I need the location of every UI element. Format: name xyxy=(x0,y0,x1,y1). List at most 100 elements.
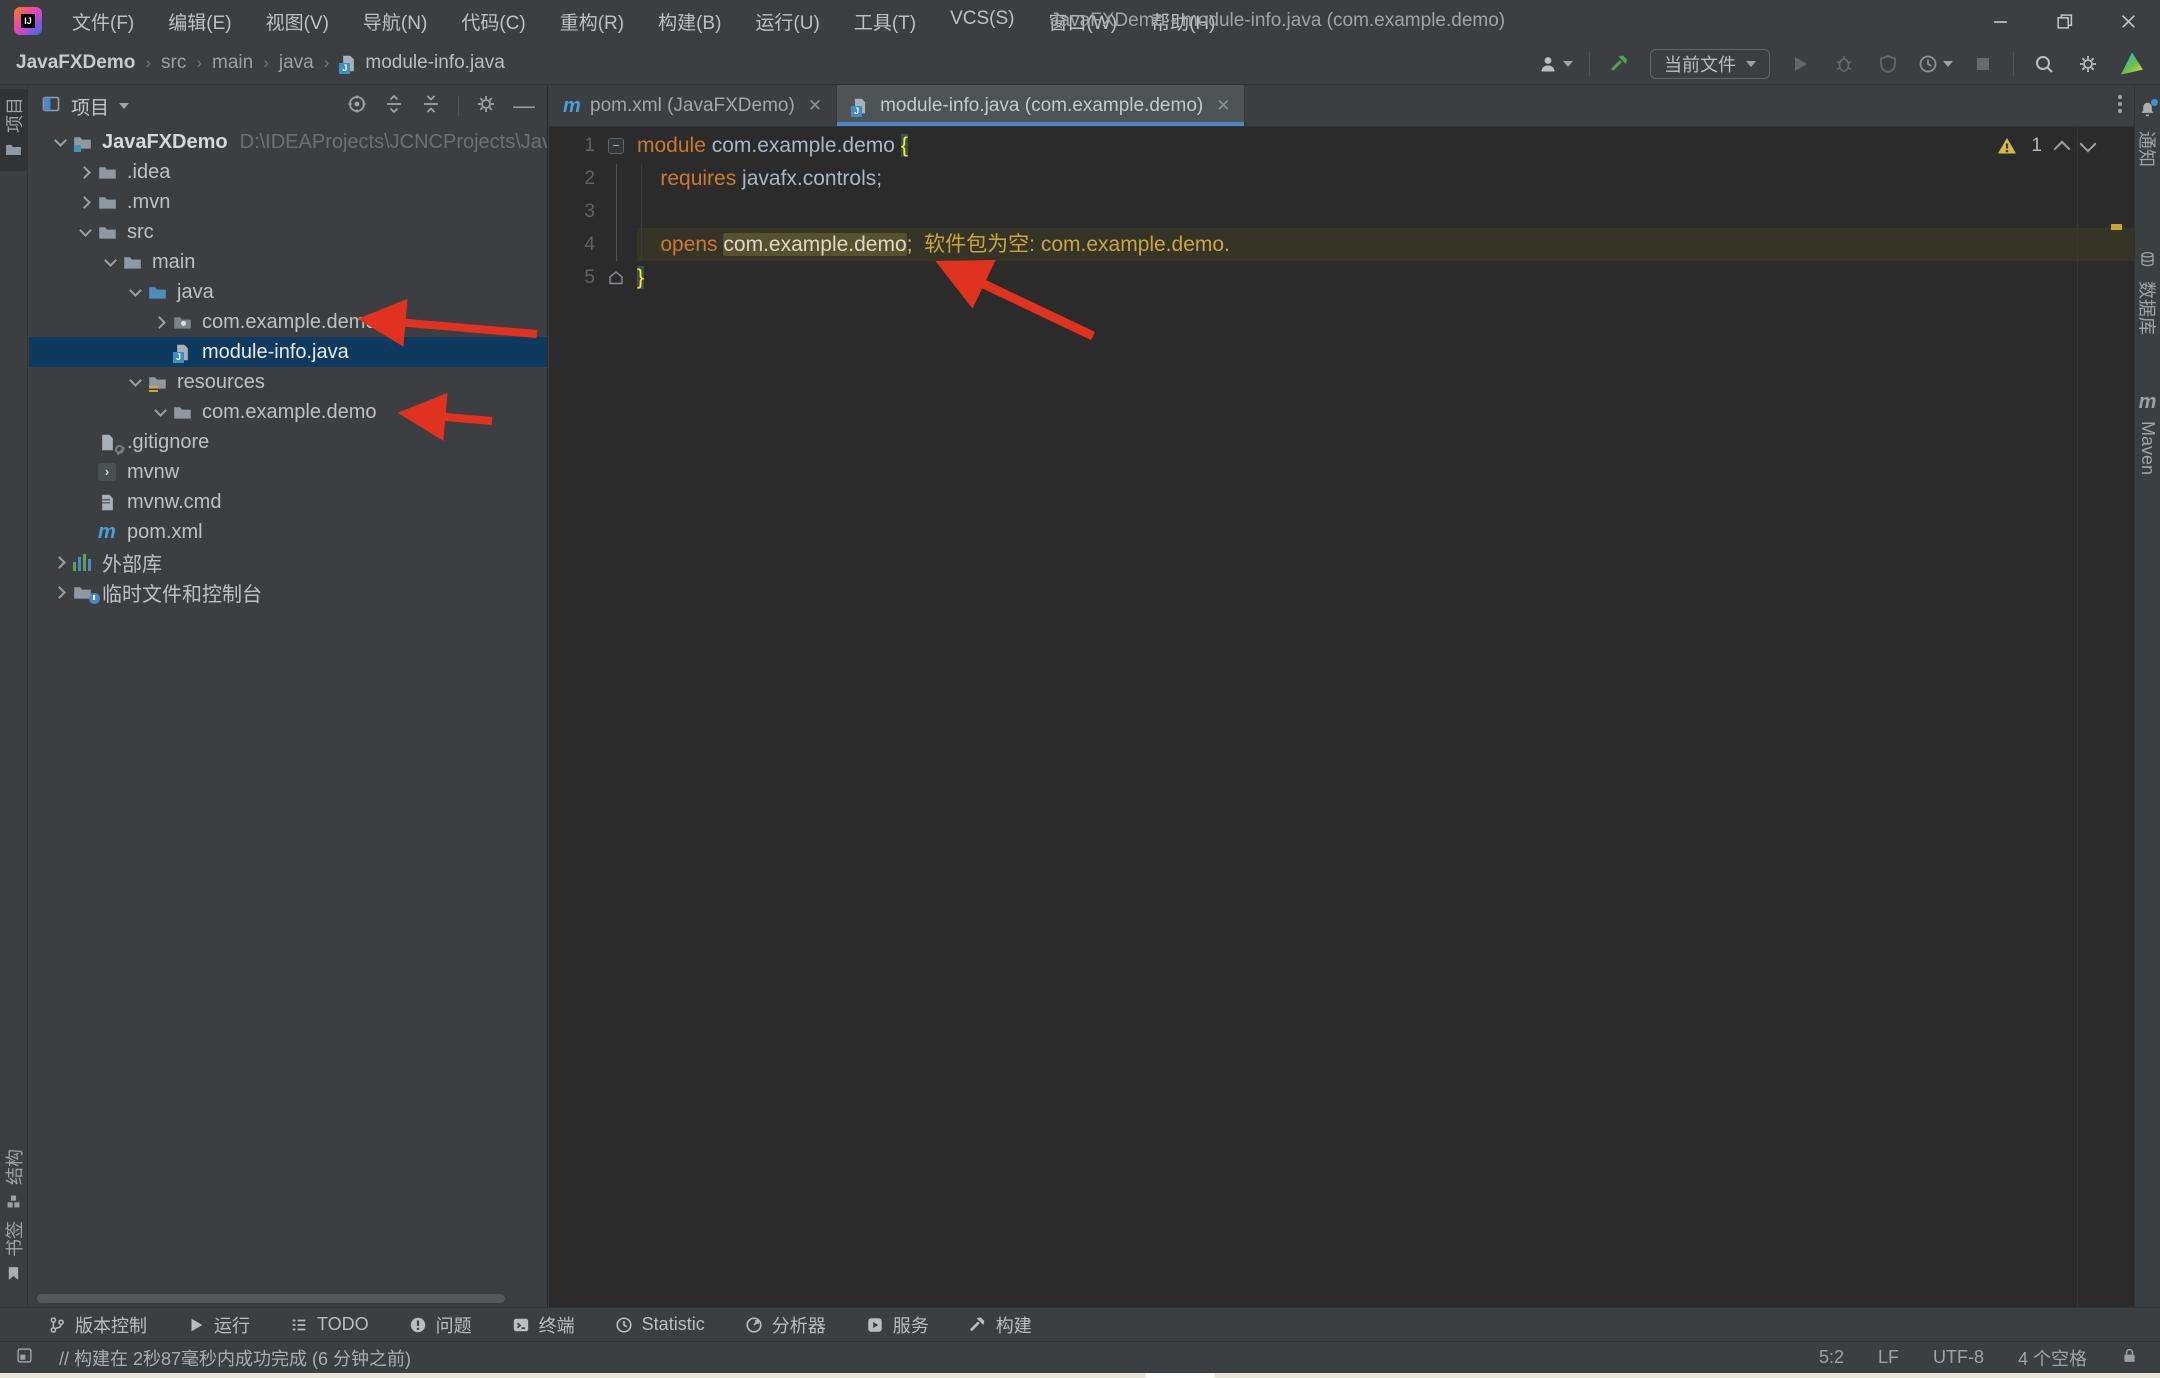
code-editor[interactable]: 1 module com.example.demo { 2 requires j… xyxy=(549,127,2134,1307)
tree-item-pom[interactable]: pom.xml xyxy=(29,517,547,547)
caret-position[interactable]: 5:2 xyxy=(1819,1347,1844,1368)
menu-tools[interactable]: 工具(T) xyxy=(842,4,928,39)
run-icon[interactable] xyxy=(1786,49,1814,79)
chevron-down-icon[interactable] xyxy=(98,247,123,277)
tool-tab-build[interactable]: 构建 xyxy=(969,1312,1032,1338)
menu-view[interactable]: 视图(V) xyxy=(254,4,341,39)
search-icon[interactable] xyxy=(2030,49,2058,79)
tree-item-external-libraries[interactable]: 外部库 xyxy=(29,547,547,577)
tree-item-scratches[interactable]: 临时文件和控制台 xyxy=(29,577,547,607)
menu-file[interactable]: 文件(F) xyxy=(60,4,146,39)
breadcrumb-project[interactable]: JavaFXDemo xyxy=(16,52,135,74)
right-tool-stripe: 通知 数据库 Maven xyxy=(2134,85,2160,1307)
line-number: 4 xyxy=(549,228,595,261)
file-encoding[interactable]: UTF-8 xyxy=(1933,1347,1984,1368)
menu-navigate[interactable]: 导航(N) xyxy=(351,4,439,39)
tool-tab-project[interactable]: 项目 xyxy=(0,89,27,171)
menu-edit[interactable]: 编辑(E) xyxy=(156,4,243,39)
hide-panel-icon[interactable]: — xyxy=(513,101,535,111)
menu-code[interactable]: 代码(C) xyxy=(449,4,537,39)
indent-setting[interactable]: 4 个空格 xyxy=(2018,1345,2087,1371)
breadcrumb-src[interactable]: src xyxy=(161,52,186,74)
tool-tab-services[interactable]: 服务 xyxy=(866,1312,929,1338)
tree-item-src[interactable]: src xyxy=(29,217,547,247)
tree-item-mvn[interactable]: .mvn xyxy=(29,187,547,217)
breadcrumb-java[interactable]: java xyxy=(279,52,314,74)
tree-item-idea[interactable]: .idea xyxy=(29,157,547,187)
tree-item-mvnw-cmd[interactable]: mvnw.cmd xyxy=(29,487,547,517)
tool-window-toggler-icon[interactable] xyxy=(16,1347,33,1369)
chevron-down-icon[interactable] xyxy=(119,103,129,109)
chevron-right-icon[interactable] xyxy=(73,157,98,187)
close-tab-icon[interactable]: ✕ xyxy=(1216,96,1230,116)
tool-tab-database[interactable]: 数据库 xyxy=(2135,243,2160,343)
chevron-down-icon[interactable] xyxy=(73,217,98,247)
settings-icon[interactable] xyxy=(2074,49,2102,79)
close-tab-icon[interactable]: ✕ xyxy=(808,96,822,116)
close-icon[interactable] xyxy=(2096,0,2160,42)
tree-item-main[interactable]: main xyxy=(29,247,547,277)
chevron-down-icon[interactable] xyxy=(148,397,173,427)
chevron-right-icon[interactable] xyxy=(148,307,173,337)
chevron-right-icon[interactable] xyxy=(48,547,73,577)
tool-tab-notifications[interactable]: 通知 xyxy=(2135,93,2160,175)
tool-tab-structure[interactable]: 结构 xyxy=(0,1141,27,1223)
tool-tab-maven[interactable]: Maven xyxy=(2135,385,2160,483)
minimize-icon[interactable] xyxy=(1968,0,2032,42)
menu-refactor[interactable]: 重构(R) xyxy=(548,4,636,39)
inspections-widget[interactable]: 1 xyxy=(1997,135,2094,157)
tool-tab-statistic[interactable]: Statistic xyxy=(615,1314,705,1335)
run-config-selector[interactable]: 当前文件 xyxy=(1650,49,1770,79)
editor-area: pom.xml (JavaFXDemo) ✕ module-info.java … xyxy=(549,85,2134,1307)
tree-item-package-resources[interactable]: com.example.demo xyxy=(29,397,547,427)
chevron-down-icon[interactable] xyxy=(48,127,73,157)
line-separator[interactable]: LF xyxy=(1878,1347,1899,1368)
tool-tab-run[interactable]: 运行 xyxy=(187,1312,250,1338)
tab-module-info[interactable]: module-info.java (com.example.demo) ✕ xyxy=(837,85,1245,126)
chevron-down-icon[interactable] xyxy=(123,367,148,397)
menu-build[interactable]: 构建(B) xyxy=(646,4,733,39)
next-problem-icon[interactable] xyxy=(2080,136,2097,153)
breadcrumb-main[interactable]: main xyxy=(212,52,253,74)
chevron-right-icon[interactable] xyxy=(48,577,73,607)
expand-all-icon[interactable] xyxy=(384,94,404,119)
previous-problem-icon[interactable] xyxy=(2054,141,2071,158)
tool-tab-todo[interactable]: TODO xyxy=(290,1314,369,1335)
menu-run[interactable]: 运行(U) xyxy=(743,4,831,39)
tab-options-icon[interactable] xyxy=(2118,95,2122,113)
locate-file-icon[interactable] xyxy=(347,94,367,119)
tool-tab-problems[interactable]: 问题 xyxy=(409,1312,472,1338)
fold-region-start-icon[interactable] xyxy=(595,129,637,162)
collapse-all-icon[interactable] xyxy=(421,94,441,119)
tree-item-resources[interactable]: resources xyxy=(29,367,547,397)
tool-tab-profiler[interactable]: 分析器 xyxy=(745,1312,826,1338)
stop-icon[interactable] xyxy=(1969,49,1997,79)
lock-icon[interactable] xyxy=(2121,1347,2138,1369)
chevron-right-icon[interactable] xyxy=(73,187,98,217)
tree-item-package-java[interactable]: com.example.demo xyxy=(29,307,547,337)
tool-tab-version-control[interactable]: 版本控制 xyxy=(48,1312,147,1338)
tree-item-module-info[interactable]: module-info.java xyxy=(29,337,547,367)
menu-vcs[interactable]: VCS(S) xyxy=(938,4,1026,39)
chevron-down-icon[interactable] xyxy=(123,277,148,307)
breadcrumb-file[interactable]: module-info.java xyxy=(339,52,504,74)
user-icon[interactable] xyxy=(1538,49,1573,79)
tree-item-gitignore[interactable]: .gitignore xyxy=(29,427,547,457)
tree-item-java[interactable]: java xyxy=(29,277,547,307)
warning-stripe-mark[interactable] xyxy=(2111,224,2122,230)
plugin-logo-icon[interactable] xyxy=(2118,49,2146,79)
tool-tab-terminal[interactable]: 终端 xyxy=(512,1312,575,1338)
panel-settings-icon[interactable] xyxy=(476,94,496,119)
debug-icon[interactable] xyxy=(1830,49,1858,79)
tree-item-mvnw[interactable]: mvnw xyxy=(29,457,547,487)
coverage-icon[interactable] xyxy=(1874,49,1902,79)
project-panel-title[interactable]: 项目 xyxy=(71,93,109,120)
profiler-icon[interactable] xyxy=(1918,49,1953,79)
tab-pom-xml[interactable]: pom.xml (JavaFXDemo) ✕ xyxy=(549,85,837,126)
build-button[interactable] xyxy=(1606,49,1634,79)
tree-item-project-root[interactable]: JavaFXDemo D:\IDEAProjects\JCNCProjects\… xyxy=(29,127,547,157)
fold-region-end-icon[interactable] xyxy=(595,261,637,294)
restore-icon[interactable] xyxy=(2032,0,2096,42)
horizontal-scrollbar[interactable] xyxy=(37,1294,505,1303)
tool-tab-bookmarks[interactable]: 书签 xyxy=(0,1213,27,1295)
